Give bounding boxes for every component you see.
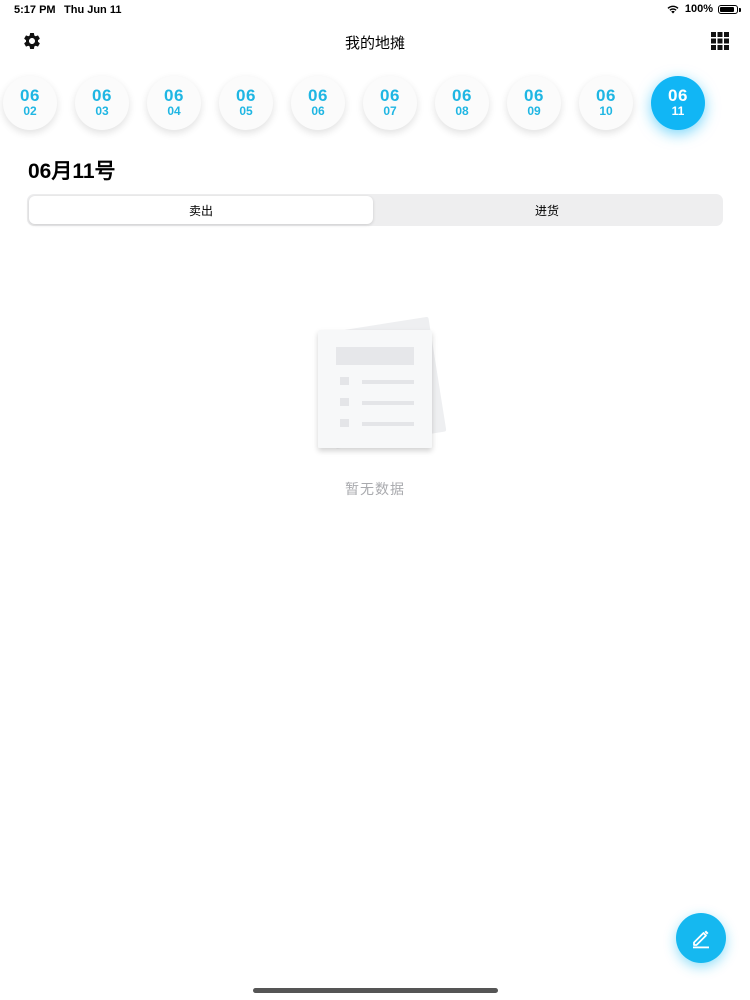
segment-sell[interactable]: 卖出 <box>29 196 373 224</box>
date-chip-month: 06 <box>380 86 400 105</box>
selected-date-heading: 06月11号 <box>28 160 116 183</box>
date-chip-month: 06 <box>164 86 184 105</box>
date-chip-month: 06 <box>308 86 328 105</box>
app-screen: 5:17 PM Thu Jun 11 100% 我的地摊 06 02 06 03… <box>0 0 750 1000</box>
date-chip-month: 06 <box>20 86 40 105</box>
battery-icon <box>718 4 741 14</box>
date-chip-month: 06 <box>236 86 256 105</box>
grid-icon <box>711 32 729 50</box>
date-chip-day: 02 <box>23 104 37 118</box>
date-chip[interactable]: 06 02 <box>3 76 57 130</box>
date-chip-day: 05 <box>239 104 253 118</box>
date-chip-day: 03 <box>95 104 109 118</box>
navigation-bar: 我的地摊 <box>0 20 750 64</box>
date-chip[interactable]: 06 04 <box>147 76 201 130</box>
status-date: Thu Jun 11 <box>64 4 122 16</box>
date-chip[interactable]: 06 11 <box>651 76 705 130</box>
date-chip-day: 04 <box>167 104 181 118</box>
date-chip[interactable]: 06 06 <box>291 76 345 130</box>
date-chip-day: 08 <box>455 104 469 118</box>
date-chip-day: 11 <box>671 104 685 118</box>
battery-percentage: 100% <box>684 3 713 15</box>
date-chip-day: 10 <box>599 104 613 118</box>
segment-purchase[interactable]: 进货 <box>375 196 719 224</box>
date-chip-day: 09 <box>527 104 541 118</box>
date-chip-month: 06 <box>596 86 616 105</box>
date-chip-month: 06 <box>452 86 472 105</box>
segmented-control: 卖出 进货 <box>27 194 723 226</box>
grid-menu-button[interactable] <box>710 31 730 51</box>
date-chip[interactable]: 06 10 <box>579 76 633 130</box>
edit-fab-button[interactable] <box>676 913 726 963</box>
wifi-icon <box>667 5 679 14</box>
date-chip-day: 07 <box>383 104 397 118</box>
status-time: 5:17 PM <box>14 4 56 16</box>
pencil-icon <box>693 930 709 949</box>
empty-state: 暂无数据 <box>300 316 450 497</box>
date-chip-month: 06 <box>524 86 544 105</box>
date-chip-day: 06 <box>311 104 325 118</box>
empty-document-icon <box>317 316 447 449</box>
date-chip[interactable]: 06 07 <box>363 76 417 130</box>
page-title: 我的地摊 <box>344 35 405 52</box>
status-bar: 5:17 PM Thu Jun 11 100% <box>0 0 750 20</box>
date-chip[interactable]: 06 05 <box>219 76 273 130</box>
date-chip-month: 06 <box>668 86 688 105</box>
date-chip[interactable]: 06 03 <box>75 76 129 130</box>
empty-caption: 暂无数据 <box>345 481 405 497</box>
battery-level <box>720 6 734 12</box>
date-chip[interactable]: 06 08 <box>435 76 489 130</box>
status-indicators: 100% <box>666 3 741 15</box>
date-selector-strip: 06 02 06 03 06 04 06 05 06 06 06 07 06 08 06 09 06 10 06 11 <box>0 76 750 132</box>
date-chip-month: 06 <box>92 86 112 105</box>
date-chip[interactable]: 06 09 <box>507 76 561 130</box>
home-indicator <box>253 988 498 993</box>
